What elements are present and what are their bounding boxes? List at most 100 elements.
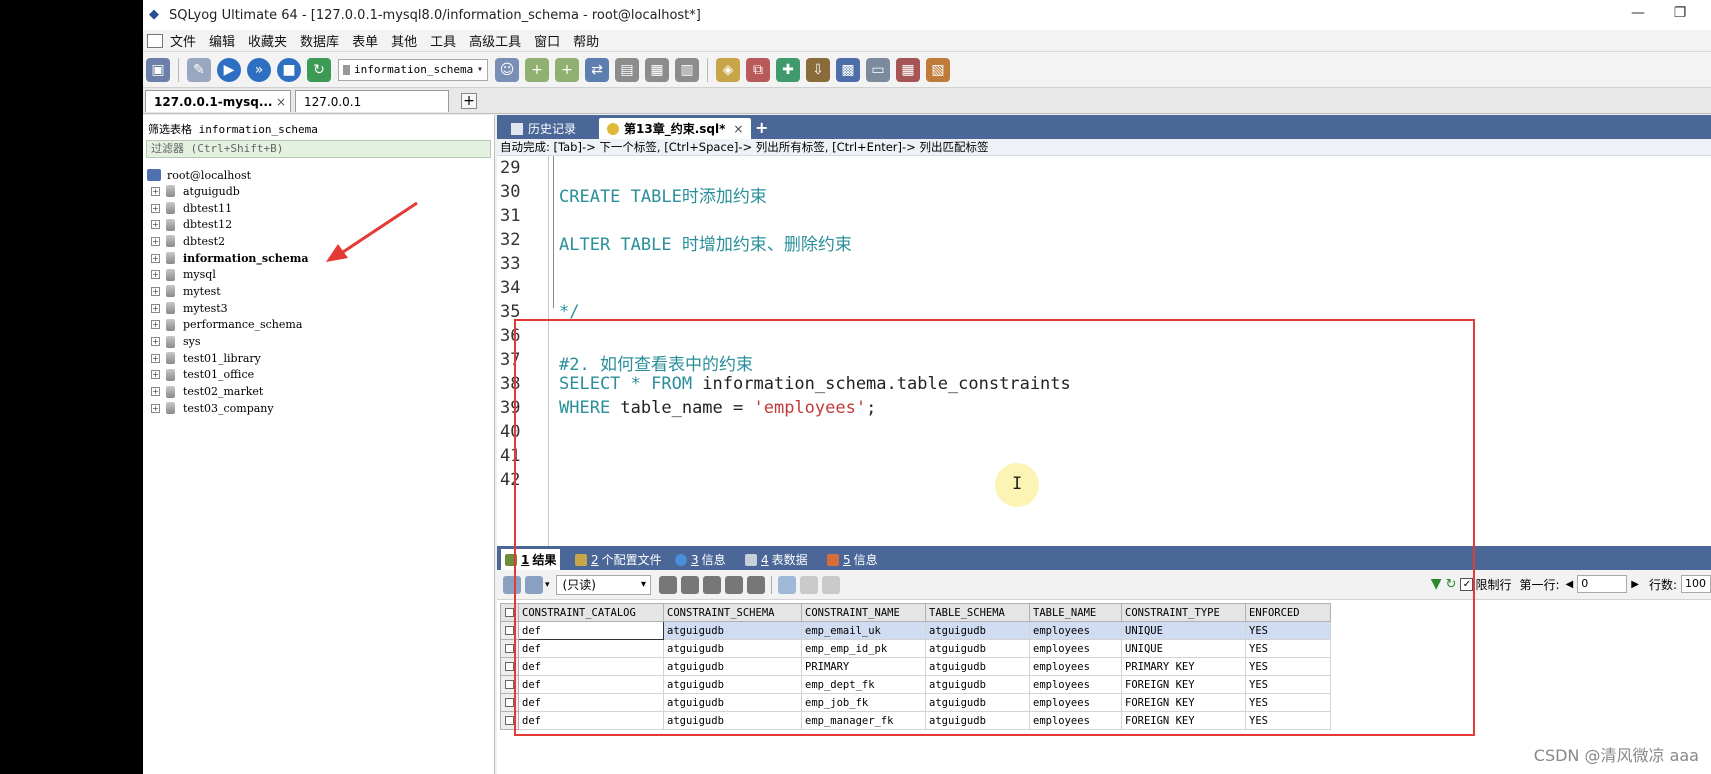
menu-file[interactable]: 文件 (170, 31, 196, 50)
schedule-icon[interactable]: ▧ (926, 57, 950, 82)
form-icon[interactable]: ▦ (645, 57, 669, 82)
sync-icon[interactable]: ✚ (776, 57, 800, 82)
tree-node-database[interactable]: + test01_library (147, 350, 309, 367)
database-icon (166, 385, 175, 398)
expand-icon[interactable]: + (151, 236, 160, 246)
database-tree: root@localhost + atguigudb + dbtest11 + dbt… (147, 167, 309, 417)
new-connection-icon[interactable]: ▣ (146, 57, 170, 82)
database-select[interactable]: information_schema ▾ (338, 58, 488, 81)
menu-edit[interactable]: 编辑 (209, 31, 235, 50)
expand-icon[interactable]: + (151, 220, 160, 230)
monitor-icon[interactable]: ▭ (866, 57, 890, 82)
database-icon (166, 302, 175, 315)
rows-input[interactable]: 100 (1681, 575, 1711, 593)
menu-database[interactable]: 数据库 (300, 31, 339, 50)
expand-icon[interactable]: + (151, 253, 160, 263)
maximize-button[interactable]: ❐ (1665, 5, 1695, 21)
close-icon[interactable]: × (276, 95, 286, 109)
tab-history[interactable]: 历史记录 (503, 118, 584, 139)
backup-icon[interactable]: ⇄ (585, 57, 609, 82)
tree-node-database[interactable]: + atguigudb (147, 183, 309, 200)
plug-icon[interactable]: ✎ (187, 57, 211, 82)
text-cursor-icon: I (1012, 474, 1023, 494)
expand-icon[interactable]: + (151, 337, 160, 347)
prev-page-icon[interactable]: ◀ (1566, 579, 1574, 590)
import-icon[interactable]: ⇩ (806, 57, 830, 82)
close-icon[interactable]: × (733, 122, 743, 136)
tree-node-database-selected[interactable]: + information_schema (147, 250, 309, 267)
document-icon (147, 33, 163, 48)
filter-input[interactable]: 过滤器 (Ctrl+Shift+B) (146, 140, 491, 158)
new-db-icon[interactable]: + (525, 57, 549, 82)
database-icon (166, 368, 175, 381)
text-icon[interactable]: ▥ (675, 57, 699, 82)
tree-node-database[interactable]: + test03_company (147, 400, 309, 417)
menu-table[interactable]: 表单 (352, 31, 378, 50)
expand-icon[interactable]: + (151, 370, 160, 380)
chevron-down-icon: ▾ (476, 64, 484, 75)
database-icon (166, 268, 175, 281)
user-icon[interactable]: ☺ (495, 57, 519, 82)
tree-node-database[interactable]: + mytest3 (147, 300, 309, 317)
report-icon[interactable]: ▦ (896, 57, 920, 82)
grid-icon[interactable]: ▤ (615, 57, 639, 82)
fold-guide (553, 156, 554, 308)
schema-icon[interactable]: ▩ (836, 57, 860, 82)
minimize-button[interactable]: — (1623, 5, 1653, 21)
black-left-margin (0, 0, 143, 774)
expand-icon[interactable]: + (151, 286, 160, 296)
dolphin-icon: ◆ (149, 7, 159, 22)
tree-node-database[interactable]: + dbtest12 (147, 216, 309, 233)
add-tab-icon[interactable]: + (461, 93, 477, 109)
arrow-shaft (339, 201, 418, 256)
expand-icon[interactable]: + (151, 270, 160, 280)
tab-query-active[interactable]: 第13章_约束.sql* × (599, 118, 752, 139)
menu-tools[interactable]: 工具 (430, 31, 456, 50)
tree-node-database[interactable]: + mysql (147, 266, 309, 283)
menu-help[interactable]: 帮助 (573, 31, 599, 50)
new-query-tab-icon[interactable]: + (755, 118, 768, 137)
connection-tab[interactable]: 127.0.0.1 (295, 90, 449, 112)
expand-icon[interactable]: + (151, 303, 160, 313)
arrow-head (326, 244, 348, 262)
tree-root[interactable]: root@localhost (147, 167, 309, 183)
tree-node-database[interactable]: + mytest (147, 283, 309, 300)
connection-tab-active[interactable]: 127.0.0.1-mysq... × (145, 90, 291, 112)
new-table-icon[interactable]: + (555, 57, 579, 82)
database-icon (166, 318, 175, 331)
tree-node-database[interactable]: + performance_schema (147, 317, 309, 334)
expand-icon[interactable]: + (151, 186, 160, 196)
execute-all-icon[interactable]: » (247, 57, 271, 82)
execute-icon[interactable]: ▶ (217, 57, 241, 82)
menu-advanced-tools[interactable]: 高级工具 (469, 31, 521, 50)
menu-favorites[interactable]: 收藏夹 (248, 31, 287, 50)
tag-icon[interactable]: ◈ (716, 57, 740, 82)
autocomplete-hint: 自动完成: [Tab]-> 下一个标签, [Ctrl+Space]-> 列出所有… (497, 139, 1711, 156)
expand-icon[interactable]: + (151, 387, 160, 397)
expand-icon[interactable]: + (151, 353, 160, 363)
main-toolbar: ▣ ✎ ▶ » ■ ↻ information_schema ▾ ☺ + + ⇄… (143, 52, 1711, 88)
tree-node-database[interactable]: + test01_office (147, 367, 309, 384)
object-browser: 筛选表格 information_schema 过滤器 (Ctrl+Shift+… (143, 115, 495, 774)
expand-icon[interactable]: + (151, 320, 160, 330)
expand-icon[interactable]: + (151, 403, 160, 413)
database-icon (166, 235, 175, 248)
line-number: 32 (500, 230, 521, 250)
first-row-input[interactable]: 0 (1577, 575, 1628, 593)
tree-node-database[interactable]: + test02_market (147, 383, 309, 400)
line-number: 30 (500, 182, 521, 202)
expand-icon[interactable]: + (151, 203, 160, 213)
copy-db-icon[interactable]: ⧉ (746, 57, 770, 82)
highlight-box (514, 319, 1475, 736)
query-tab-bar: 历史记录 第13章_约束.sql* × + (497, 115, 1711, 139)
menu-window[interactable]: 窗口 (534, 31, 560, 50)
tree-node-database[interactable]: + dbtest2 (147, 233, 309, 250)
tree-node-database[interactable]: + dbtest11 (147, 200, 309, 217)
stop-icon[interactable]: ■ (277, 57, 301, 82)
next-page-icon[interactable]: ▶ (1631, 579, 1639, 590)
database-icon (166, 402, 175, 415)
toolbar-separator (707, 57, 708, 82)
tree-node-database[interactable]: + sys (147, 333, 309, 350)
menu-other[interactable]: 其他 (391, 31, 417, 50)
refresh-icon[interactable]: ↻ (307, 57, 331, 82)
